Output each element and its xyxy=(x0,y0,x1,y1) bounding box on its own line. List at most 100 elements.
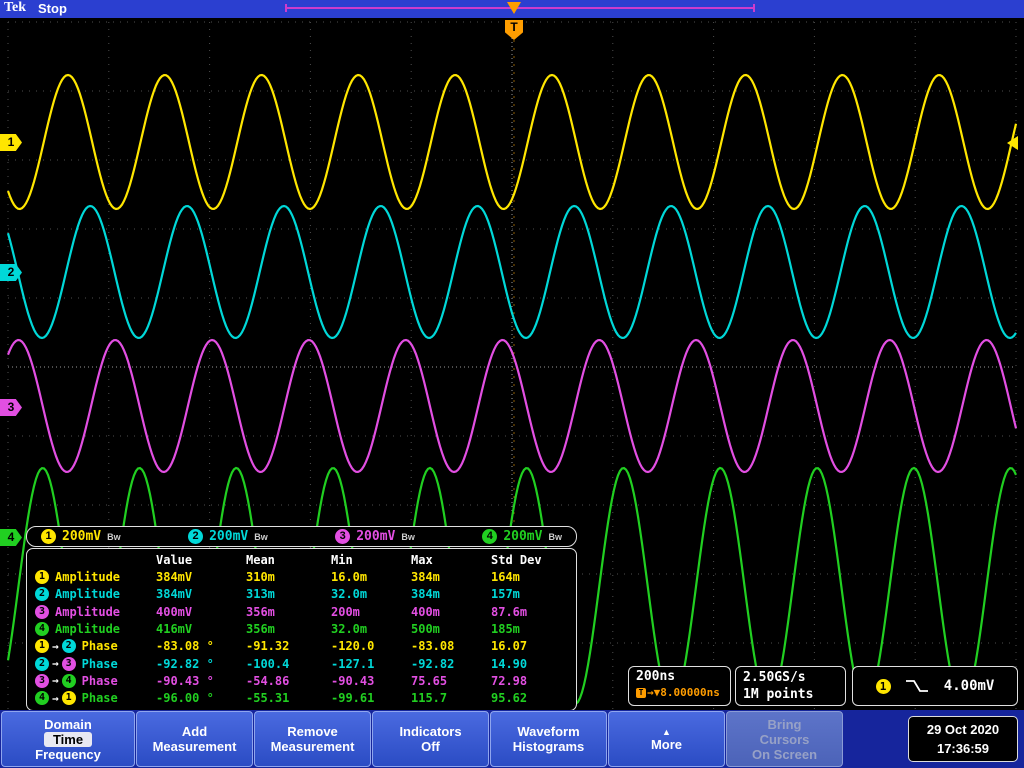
measurement-mean: 310m xyxy=(246,569,275,584)
measurement-label: 3 Amplitude xyxy=(35,604,156,619)
measurement-label: 2 Amplitude xyxy=(35,587,156,602)
measurement-name: Amplitude xyxy=(55,569,121,584)
sample-rate: 2.50GS/s xyxy=(743,670,806,685)
measurement-label: 3 → 4 Phase xyxy=(35,673,156,688)
bottom-menu-bar: Domain Time Frequency Add Measurement Remove M… xyxy=(0,710,1024,768)
channel-scale-value: 200mV xyxy=(62,529,102,544)
menu-button-more[interactable]: ▲ More xyxy=(608,711,725,767)
measurement-mean: -100.4 xyxy=(246,656,290,671)
measurement-label: 4 → 1 Phase xyxy=(35,691,156,706)
menu-button-line: Remove xyxy=(287,724,338,739)
arrow-icon: → xyxy=(52,674,59,688)
bandwidth-icon: Bw xyxy=(254,531,268,542)
measurement-max: -83.08 xyxy=(411,639,455,654)
measurement-min: -120.0 xyxy=(331,639,375,654)
channel-4-badge: 4 xyxy=(61,673,76,688)
channel-scale-bar: 1 200mV Bw 2 200mV Bw 3 200mV Bw 4 200mV Bw xyxy=(26,526,577,547)
menu-button-line: Domain xyxy=(44,716,92,732)
measurement-name: Amplitude xyxy=(55,587,121,602)
trigger-readout[interactable]: 1 4.00mV xyxy=(852,666,1018,706)
measurement-value: -96.00 ° xyxy=(156,691,214,706)
channel-4-badge: 4 xyxy=(482,529,498,544)
trigger-source-badge: 1 xyxy=(875,678,891,694)
menu-button-bring-cursors[interactable]: Bring Cursors On Screen xyxy=(726,711,843,767)
measurement-row-4-amplitude: 4 Amplitude 416mV 356m 32.0m 500m 185m xyxy=(35,620,568,637)
menu-button-waveform-histograms[interactable]: Waveform Histograms xyxy=(490,711,607,767)
measurement-min: 32.0m xyxy=(331,587,368,602)
menu-button-line: Waveform xyxy=(517,724,580,739)
measurement-name: Amplitude xyxy=(55,621,121,636)
measurement-stddev: 16.07 xyxy=(491,639,528,654)
measurement-row-1-amplitude: 1 Amplitude 384mV 310m 16.0m 384m 164m xyxy=(35,568,568,585)
header-mean: Mean xyxy=(246,552,275,567)
measurement-stddev: 95.62 xyxy=(491,691,528,706)
menu-button-line: Off xyxy=(421,739,440,754)
menu-button-remove-measurement[interactable]: Remove Measurement xyxy=(254,711,371,767)
channel-4-scale[interactable]: 4 200mV Bw xyxy=(482,529,562,544)
channel-2-badge: 2 xyxy=(35,587,49,602)
measurement-value: -83.08 ° xyxy=(156,639,214,654)
arrow-icon: → xyxy=(52,657,59,671)
header-stddev: Std Dev xyxy=(491,552,542,567)
acquisition-status: Stop xyxy=(38,1,67,16)
arrow-icon: → xyxy=(52,691,59,705)
measurement-mean: -91.32 xyxy=(246,639,290,654)
channel-2-badge: 2 xyxy=(61,639,76,654)
measurement-mean: 356m xyxy=(246,621,275,636)
measurement-table-header: Value Mean Min Max Std Dev xyxy=(35,551,568,568)
timebase-scale: 200ns xyxy=(636,669,676,684)
menu-button-line: Measurement xyxy=(270,739,355,754)
channel-2-badge: 2 xyxy=(35,656,49,671)
measurement-value: -92.82 ° xyxy=(156,656,214,671)
bandwidth-icon: Bw xyxy=(107,531,121,542)
measurement-row-3-4-phase: 3 → 4 Phase -90.43 ° -54.86 -90.43 75.65 72.98 xyxy=(35,672,568,689)
measurement-stddev: 87.6m xyxy=(491,604,528,619)
measurement-name: Phase xyxy=(81,673,118,688)
channel-1-scale[interactable]: 1 200mV Bw xyxy=(41,529,121,544)
channel-3-scale[interactable]: 3 200mV Bw xyxy=(335,529,415,544)
channel-2-scale[interactable]: 2 200mV Bw xyxy=(188,529,268,544)
measurement-min: -99.61 xyxy=(331,691,375,706)
measurement-row-2-amplitude: 2 Amplitude 384mV 313m 32.0m 384m 157m xyxy=(35,586,568,603)
menu-button-line: On Screen xyxy=(751,746,818,762)
chevron-up-icon: ▲ xyxy=(662,726,671,737)
measurement-name: Amplitude xyxy=(55,604,121,619)
menu-button-indicators[interactable]: Indicators Off xyxy=(372,711,489,767)
measurement-label: 2 → 3 Phase xyxy=(35,656,156,671)
measurement-mean: 356m xyxy=(246,604,275,619)
trigger-delay-readout: T →▼8.00000ns xyxy=(636,686,723,699)
measurement-max: 384m xyxy=(411,569,440,584)
tek-logo: Tek xyxy=(4,0,27,15)
measurement-mean: 313m xyxy=(246,587,275,602)
channel-1-badge: 1 xyxy=(35,639,49,654)
channel-4-badge: 4 xyxy=(35,691,49,706)
menu-button-line: Cursors xyxy=(759,731,810,747)
menu-button-domain[interactable]: Domain Time Frequency xyxy=(1,711,135,767)
channel-scale-value: 200mV xyxy=(503,529,543,544)
menu-button-line: Time xyxy=(43,731,93,747)
bandwidth-icon: Bw xyxy=(548,531,562,542)
datetime-display: 29 Oct 2020 17:36:59 xyxy=(908,716,1018,762)
measurement-name: Phase xyxy=(81,691,118,706)
measurement-stddev: 164m xyxy=(491,569,520,584)
trigger-position-arrow-icon[interactable] xyxy=(507,2,521,14)
measurement-table: Value Mean Min Max Std Dev 1 Amplitude 384… xyxy=(26,548,577,711)
record-length: 1M points xyxy=(743,687,814,702)
channel-2-badge: 2 xyxy=(188,529,204,544)
bandwidth-icon: Bw xyxy=(401,531,415,542)
channel-1-badge: 1 xyxy=(41,529,56,544)
measurement-name: Phase xyxy=(81,656,118,671)
menu-button-line: Bring xyxy=(767,716,802,732)
oscilloscope-screen: Tek Stop T 1234 1 200mV Bw 2 200mV Bw 3 200mV Bw… xyxy=(0,0,1024,768)
measurement-max: 75.65 xyxy=(411,673,448,688)
menu-button-add-measurement[interactable]: Add Measurement xyxy=(136,711,253,767)
measurement-label: 1 → 2 Phase xyxy=(35,639,156,654)
menu-button-line: Histograms xyxy=(512,739,585,754)
measurement-max: 400m xyxy=(411,604,440,619)
timebase-readout[interactable]: 200ns T →▼8.00000ns xyxy=(628,666,731,706)
measurement-mean: -55.31 xyxy=(246,691,290,706)
channel-1-badge: 1 xyxy=(35,569,49,584)
trigger-level-arrow-icon[interactable] xyxy=(1007,136,1018,150)
measurement-value: 384mV xyxy=(156,587,193,602)
menu-button-line: Frequency xyxy=(35,746,101,762)
